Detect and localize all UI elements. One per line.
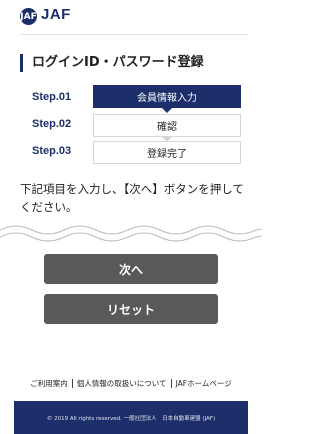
step-1-arrow-icon xyxy=(162,108,172,113)
copyright-text: © 2019 All rights reserved. 一般社団法人 日本自動車… xyxy=(46,415,216,422)
footer-link-jaf-homepage[interactable]: JAFホームページ xyxy=(172,378,236,389)
step-2-box: 確認 xyxy=(93,114,241,137)
step-3-box: 登録完了 xyxy=(93,141,241,164)
step-3-label: Step.03 xyxy=(32,145,72,157)
step-1-box: 会員情報入力 xyxy=(93,85,241,108)
page-title: ログインID・パスワード登録 xyxy=(20,54,204,72)
header: JAF JAF xyxy=(0,0,262,32)
instructions-text: 下記項目を入力し、【次へ】ボタンを押してください。 xyxy=(20,182,244,214)
jaf-emblem-icon[interactable]: JAF xyxy=(20,8,37,25)
torn-edge-divider xyxy=(0,225,262,250)
footer-link-privacy[interactable]: 個人情報の取扱いについて xyxy=(73,378,171,389)
footer-bar: © 2019 All rights reserved. 一般社団法人 日本自動車… xyxy=(14,401,248,434)
reset-button[interactable]: リセット xyxy=(44,294,218,324)
footer-links: ご利用案内 個人情報の取扱いについて JAFホームページ xyxy=(0,378,262,389)
header-divider xyxy=(20,34,248,35)
jaf-logo[interactable]: JAF xyxy=(41,6,71,23)
next-button[interactable]: 次へ xyxy=(44,254,218,284)
step-2-label: Step.02 xyxy=(32,118,72,130)
footer-link-usage-guide[interactable]: ご利用案内 xyxy=(26,378,72,389)
step-1-label: Step.01 xyxy=(32,91,72,103)
